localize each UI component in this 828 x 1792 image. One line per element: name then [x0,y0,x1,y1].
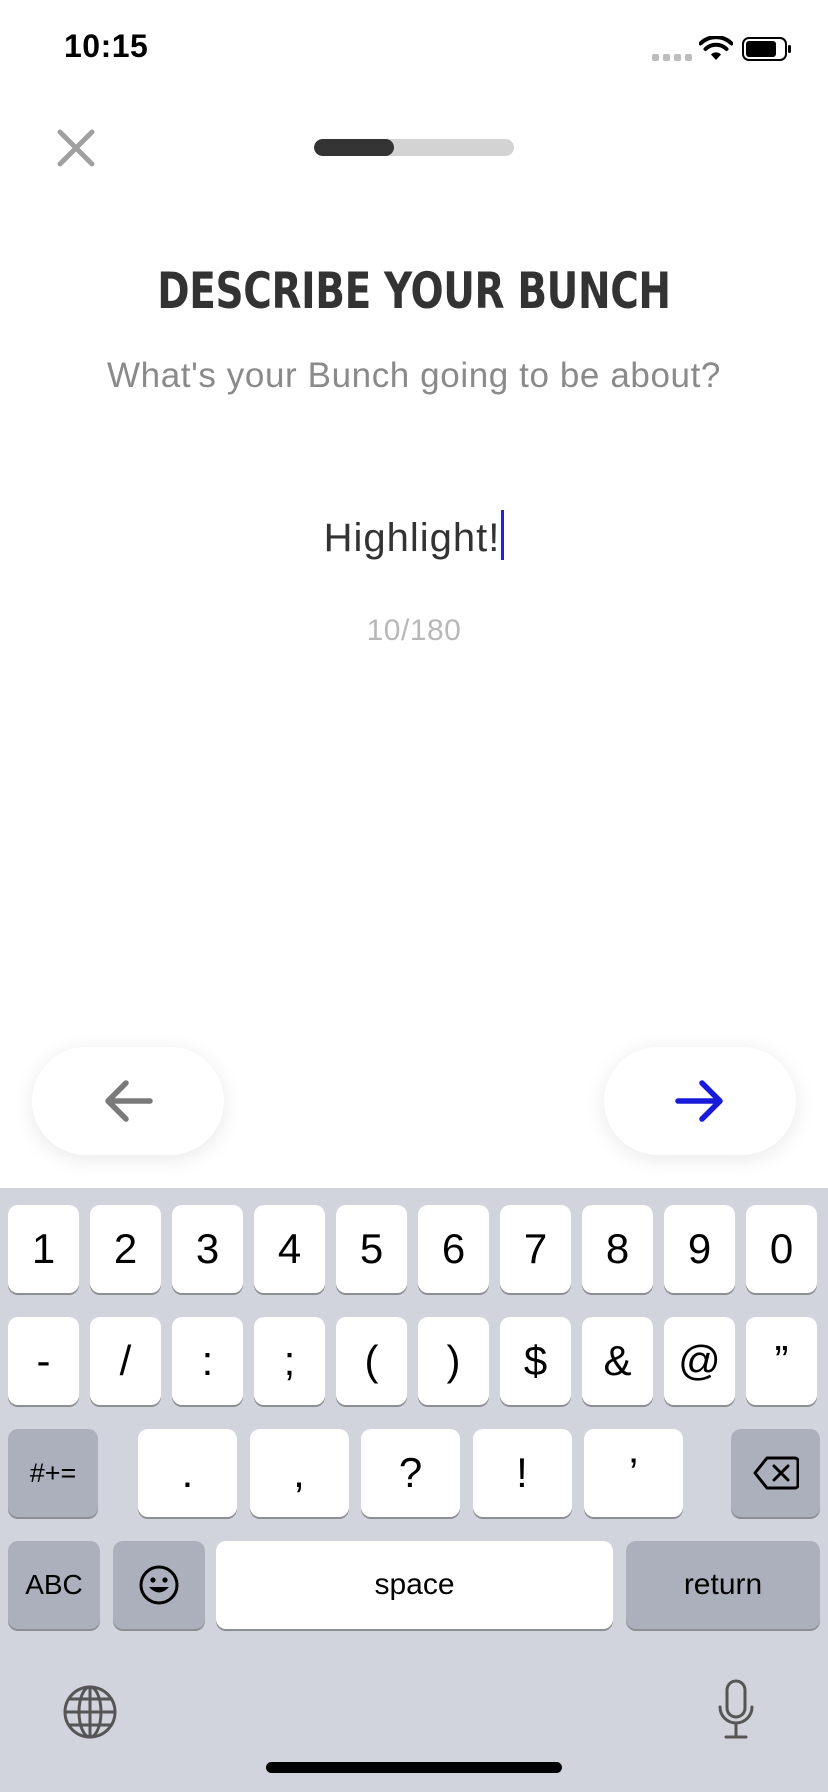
cellular-signal-icon [652,54,692,61]
character-counter: 10/180 [366,614,462,647]
key-digit-1[interactable]: 2 [90,1205,161,1293]
key-digit-7[interactable]: 8 [582,1205,653,1293]
home-indicator [266,1762,562,1773]
globe-icon[interactable] [62,1684,118,1740]
key-symbol-0[interactable]: - [8,1317,79,1405]
key-digit-8[interactable]: 9 [664,1205,735,1293]
key-punct-3[interactable]: ! [472,1429,572,1517]
step-progress-fill [314,139,394,156]
key-symbol-8[interactable]: @ [664,1317,735,1405]
close-icon [57,129,95,167]
status-bar: 10:15 [0,0,828,100]
key-digit-0[interactable]: 1 [8,1205,79,1293]
key-punct-2[interactable]: ? [361,1429,460,1517]
key-punct-0[interactable]: . [138,1429,237,1517]
abc-key[interactable]: ABC [8,1541,100,1629]
backspace-icon [753,1456,799,1490]
description-input[interactable]: Highlight! [0,510,828,561]
emoji-key[interactable] [113,1541,205,1629]
page-title: DESCRIBE YOUR BUNCH [157,262,671,320]
status-time: 10:15 [64,28,149,64]
keyboard: 1234567890 - /:;() $ & @” .,?!’ #+= ABC spac… [0,1188,828,1792]
key-symbol-6[interactable]: $ [500,1317,571,1405]
key-digit-3[interactable]: 4 [254,1205,325,1293]
key-symbol-5[interactable]: ) [418,1317,489,1405]
battery-icon [742,37,791,61]
arrow-left-icon [105,1080,153,1122]
page-subtitle: What's your Bunch going to be about? [107,356,721,395]
key-symbol-3[interactable]: ; [254,1317,325,1405]
key-symbol-4[interactable]: ( [336,1317,407,1405]
wifi-icon [699,36,733,60]
emoji-icon [139,1565,179,1605]
arrow-right-icon [675,1080,723,1122]
key-digit-4[interactable]: 5 [336,1205,407,1293]
key-symbol-2[interactable]: : [172,1317,243,1405]
text-caret [501,510,505,560]
key-symbol-1[interactable]: / [90,1317,161,1405]
key-punct-1[interactable]: , [249,1429,349,1517]
next-button[interactable] [604,1047,796,1155]
step-progress-bar [314,139,514,156]
key-symbol-9[interactable]: ” [746,1317,817,1405]
delete-key[interactable] [731,1429,820,1517]
return-key[interactable]: return [626,1541,820,1629]
key-symbol-7[interactable]: & [582,1317,653,1405]
space-key[interactable]: space [216,1541,613,1629]
symbols-key[interactable]: #+= [8,1429,98,1517]
back-button[interactable] [32,1047,224,1155]
key-digit-6[interactable]: 7 [500,1205,571,1293]
key-digit-9[interactable]: 0 [746,1205,817,1293]
microphone-icon[interactable] [716,1679,756,1741]
close-button[interactable] [54,126,98,170]
key-digit-2[interactable]: 3 [172,1205,243,1293]
key-punct-4[interactable]: ’ [584,1429,683,1517]
key-digit-5[interactable]: 6 [418,1205,489,1293]
description-value: Highlight! [323,516,501,560]
